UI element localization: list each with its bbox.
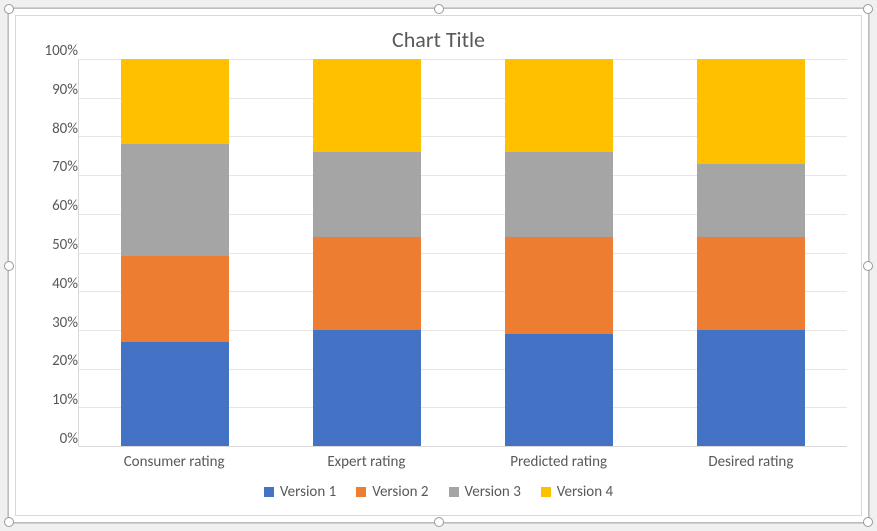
bar-slot — [271, 59, 463, 446]
legend[interactable]: Version 1 Version 2 Version 3 Version 4 — [16, 475, 861, 515]
bar-segment[interactable] — [121, 342, 229, 446]
resize-handle-bottom-mid[interactable] — [434, 517, 444, 527]
bar-segment[interactable] — [313, 330, 421, 446]
bar-segment[interactable] — [505, 152, 613, 237]
legend-label: Version 4 — [557, 483, 613, 501]
resize-handle-bottom-left[interactable] — [4, 517, 14, 527]
legend-swatch — [541, 487, 551, 497]
bar-segment[interactable] — [121, 59, 229, 144]
legend-label: Version 1 — [280, 483, 336, 501]
chart-title[interactable]: Chart Title — [16, 26, 861, 53]
bar-slot — [79, 59, 271, 446]
x-axis[interactable]: Consumer ratingExpert ratingPredicted ra… — [16, 447, 861, 475]
x-tick-label: Expert rating — [270, 453, 462, 471]
bar-slot — [655, 59, 847, 446]
bar-segment[interactable] — [697, 330, 805, 446]
x-tick-label: Desired rating — [655, 453, 847, 471]
bar-segment[interactable] — [313, 152, 421, 237]
x-tick-label: Predicted rating — [463, 453, 655, 471]
legend-swatch — [449, 487, 459, 497]
resize-handle-top-right[interactable] — [863, 4, 873, 14]
bars-group — [79, 59, 847, 446]
bar-segment[interactable] — [505, 237, 613, 334]
resize-handle-top-mid[interactable] — [434, 4, 444, 14]
bar-segment[interactable] — [697, 164, 805, 238]
bar-segment[interactable] — [313, 237, 421, 330]
legend-item[interactable]: Version 1 — [264, 483, 336, 501]
resize-handle-bottom-right[interactable] — [863, 517, 873, 527]
stacked-bar[interactable] — [697, 59, 805, 446]
y-axis[interactable]: 100%90%80%70%60%50%40%30%20%10%0% — [20, 59, 78, 447]
resize-handle-mid-right[interactable] — [863, 261, 873, 271]
legend-item[interactable]: Version 3 — [449, 483, 521, 501]
legend-label: Version 3 — [465, 483, 521, 501]
bar-slot — [463, 59, 655, 446]
bar-segment[interactable] — [121, 256, 229, 341]
legend-swatch — [264, 487, 274, 497]
resize-handle-mid-left[interactable] — [4, 261, 14, 271]
legend-swatch — [356, 487, 366, 497]
plot-area[interactable] — [78, 59, 847, 447]
bar-segment[interactable] — [121, 144, 229, 256]
bar-segment[interactable] — [697, 237, 805, 330]
chart-area[interactable]: Chart Title 100%90%80%70%60%50%40%30%20%… — [15, 15, 862, 516]
stacked-bar[interactable] — [313, 59, 421, 446]
chart-object-frame[interactable]: Chart Title 100%90%80%70%60%50%40%30%20%… — [8, 8, 869, 523]
stacked-bar[interactable] — [121, 59, 229, 446]
legend-label: Version 2 — [372, 483, 428, 501]
bar-segment[interactable] — [697, 59, 805, 163]
resize-handle-top-left[interactable] — [4, 4, 14, 14]
stacked-bar[interactable] — [505, 59, 613, 446]
legend-item[interactable]: Version 4 — [541, 483, 613, 501]
bar-segment[interactable] — [313, 59, 421, 152]
bar-segment[interactable] — [505, 59, 613, 152]
bar-segment[interactable] — [505, 334, 613, 446]
legend-item[interactable]: Version 2 — [356, 483, 428, 501]
x-tick-label: Consumer rating — [78, 453, 270, 471]
plot-row: 100%90%80%70%60%50%40%30%20%10%0% — [16, 59, 861, 447]
